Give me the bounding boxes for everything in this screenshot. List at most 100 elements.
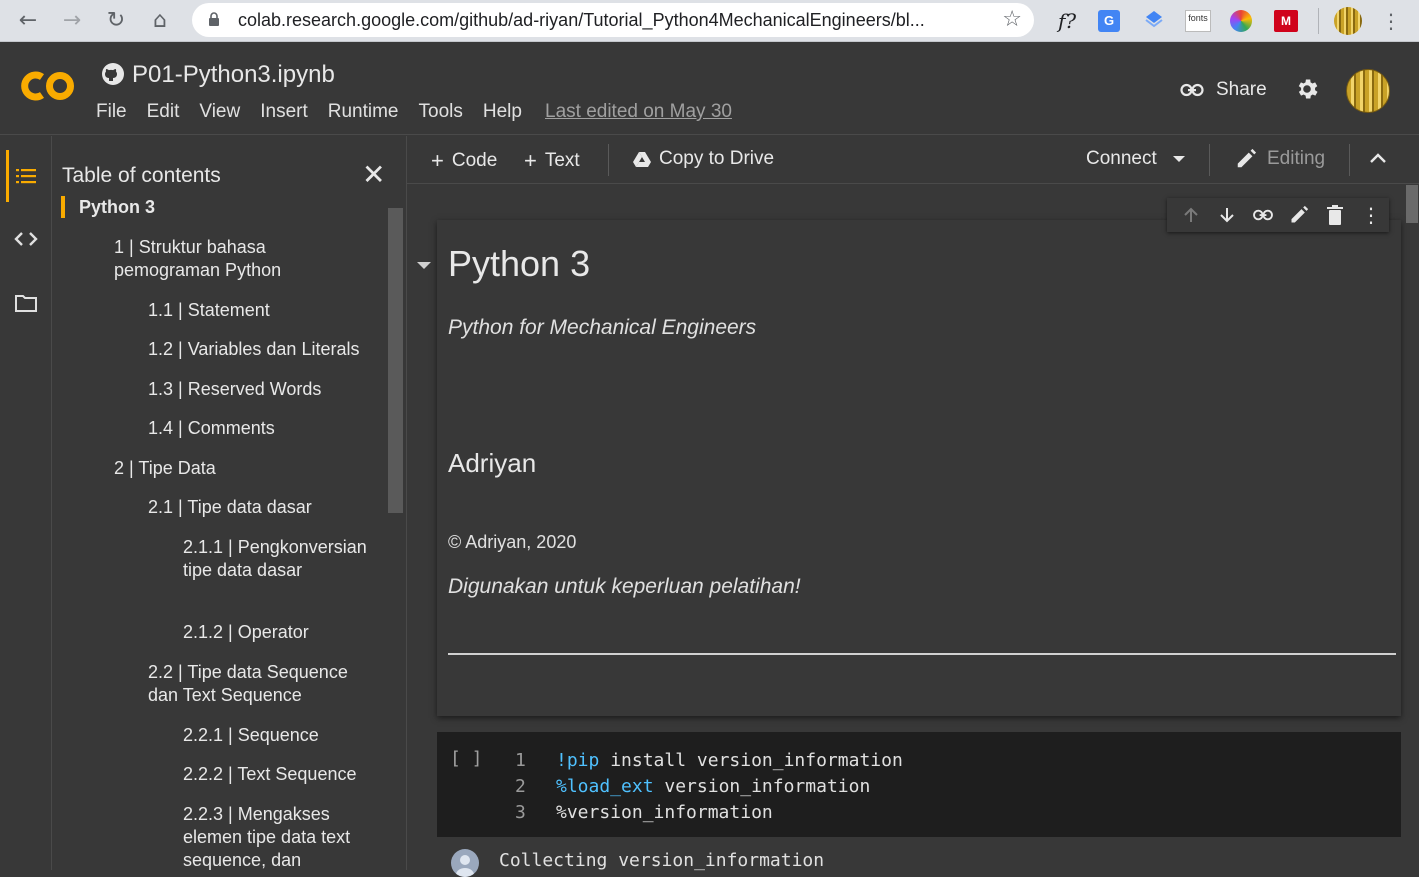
- code-magic: !pip: [556, 750, 600, 771]
- menu-tools[interactable]: Tools: [419, 101, 463, 123]
- toc-item[interactable]: 2.2.3 | Mengakses elemen tipe data text …: [183, 803, 378, 870]
- toolbar-divider: [1209, 144, 1210, 176]
- text-cell[interactable]: [437, 220, 1401, 716]
- toc-item[interactable]: 1.4 | Comments: [148, 417, 388, 440]
- colab-logo-icon[interactable]: [18, 70, 76, 102]
- color-wheel-icon[interactable]: [1230, 10, 1252, 32]
- collapse-section-icon[interactable]: [417, 262, 431, 269]
- move-up-icon[interactable]: [1173, 203, 1209, 227]
- table-of-contents-panel: Table of contents ✕ Python 3 1 | Struktu…: [52, 136, 407, 870]
- pencil-icon: [1237, 148, 1257, 168]
- forward-arrow-icon[interactable]: →: [58, 7, 86, 35]
- toc-item[interactable]: 2.2.1 | Sequence: [183, 724, 383, 747]
- toc-item[interactable]: 2.1.2 | Operator: [183, 621, 373, 644]
- run-cell-button[interactable]: [ ]: [450, 748, 483, 769]
- toc-item[interactable]: Python 3: [79, 196, 369, 219]
- toc-item[interactable]: 1.3 | Reserved Words: [148, 378, 388, 401]
- toolbar-divider: [1318, 8, 1319, 34]
- move-down-icon[interactable]: [1209, 203, 1245, 227]
- browser-menu-icon[interactable]: ⋮: [1381, 8, 1401, 34]
- account-avatar[interactable]: [1346, 69, 1390, 113]
- close-icon[interactable]: ✕: [362, 158, 385, 191]
- menu-runtime[interactable]: Runtime: [328, 101, 399, 123]
- menu-help[interactable]: Help: [483, 101, 522, 123]
- left-rail: [0, 136, 52, 870]
- toc-scrollbar[interactable]: [388, 208, 403, 513]
- add-code-button[interactable]: + Code: [431, 148, 497, 174]
- profile-avatar[interactable]: [1334, 7, 1362, 35]
- font-finder-extension-icon[interactable]: f?: [1054, 8, 1080, 34]
- add-text-label: Text: [544, 150, 580, 171]
- menu-bar: File Edit View Insert Runtime Tools Help: [96, 101, 542, 123]
- toc-item[interactable]: 2.2.2 | Text Sequence: [183, 763, 383, 786]
- cell-heading: Python 3: [448, 243, 591, 284]
- settings-gear-icon[interactable]: [1294, 76, 1320, 102]
- address-bar[interactable]: colab.research.google.com/github/ad-riya…: [192, 3, 1034, 37]
- delete-trash-icon[interactable]: [1317, 203, 1353, 227]
- link-icon[interactable]: [1245, 203, 1281, 227]
- edit-pencil-icon[interactable]: [1281, 203, 1317, 227]
- add-text-button[interactable]: + Text: [524, 148, 580, 174]
- app-header: P01-Python3.ipynb File Edit View Insert …: [0, 43, 1419, 135]
- cell-subtitle: Python for Mechanical Engineers: [448, 316, 757, 339]
- github-icon: [102, 63, 124, 85]
- copy-to-drive-label: Copy to Drive: [659, 148, 775, 169]
- more-options-icon[interactable]: ⋮: [1353, 203, 1389, 227]
- menu-edit[interactable]: Edit: [147, 101, 180, 123]
- menu-insert[interactable]: Insert: [260, 101, 308, 123]
- lock-icon[interactable]: [208, 12, 220, 26]
- toc-title: Table of contents: [62, 164, 221, 187]
- toc-item[interactable]: 2.1 | Tipe data dasar: [148, 496, 388, 519]
- code-text: %version_information: [556, 802, 773, 823]
- url-text[interactable]: colab.research.google.com/github/ad-riya…: [238, 10, 978, 31]
- menu-file[interactable]: File: [96, 101, 127, 123]
- toc-item[interactable]: 2 | Tipe Data: [114, 457, 354, 480]
- folder-icon[interactable]: [14, 291, 38, 315]
- plus-icon: +: [524, 148, 537, 173]
- cell-output-text: Collecting version_information: [499, 850, 825, 871]
- extension-diamond-icon[interactable]: [1143, 8, 1165, 34]
- share-label: Share: [1216, 79, 1267, 100]
- horizontal-rule: [448, 653, 1396, 655]
- code-line[interactable]: %version_information: [556, 802, 773, 823]
- editing-label: Editing: [1267, 148, 1326, 169]
- toc-selected-indicator: [61, 196, 65, 218]
- editing-mode-button[interactable]: Editing: [1235, 148, 1325, 170]
- line-number: 1: [515, 750, 526, 771]
- connect-label: Connect: [1086, 148, 1157, 169]
- rail-active-indicator: [6, 150, 9, 202]
- reload-icon[interactable]: ↻: [102, 7, 130, 35]
- toc-item[interactable]: 1.2 | Variables dan Literals: [148, 338, 388, 361]
- chevron-down-icon: [1172, 156, 1185, 162]
- connect-button[interactable]: Connect: [1086, 148, 1185, 170]
- fonts-extension-icon[interactable]: fonts: [1185, 10, 1211, 32]
- bookmark-star-icon[interactable]: ☆: [1002, 7, 1022, 32]
- link-icon: [1180, 83, 1204, 97]
- cell-toolbar: ⋮: [1167, 198, 1389, 232]
- google-translate-icon[interactable]: G: [1098, 10, 1120, 32]
- mendeley-icon[interactable]: M: [1274, 10, 1298, 32]
- toc-item[interactable]: 2.2 | Tipe data Sequence dan Text Sequen…: [148, 661, 373, 707]
- code-line[interactable]: !pip install version_information: [556, 750, 903, 771]
- toc-item[interactable]: 2.1.1 | Pengkonversian tipe data dasar: [183, 536, 373, 582]
- table-of-contents-icon[interactable]: [14, 164, 38, 188]
- browser-toolbar: ← → ↻ ⌂ colab.research.google.com/github…: [0, 0, 1419, 42]
- chevron-up-icon[interactable]: [1369, 152, 1387, 164]
- code-line[interactable]: %load_ext version_information: [556, 776, 870, 797]
- cell-usage-note: Digunakan untuk keperluan pelatihan!: [448, 575, 801, 598]
- line-number: 3: [515, 802, 526, 823]
- code-snippets-icon[interactable]: [14, 227, 38, 251]
- copy-to-drive-button[interactable]: Copy to Drive: [633, 148, 774, 170]
- home-icon[interactable]: ⌂: [146, 7, 174, 35]
- back-arrow-icon[interactable]: ←: [14, 7, 42, 35]
- toc-item[interactable]: 1.1 | Statement: [148, 299, 388, 322]
- cell-author: Adriyan: [448, 448, 537, 478]
- notebook-title[interactable]: P01-Python3.ipynb: [132, 61, 335, 89]
- menu-view[interactable]: View: [199, 101, 240, 123]
- notebook-scrollbar[interactable]: [1406, 185, 1418, 223]
- share-button[interactable]: Share: [1180, 79, 1267, 101]
- last-edited-link[interactable]: Last edited on May 30: [545, 101, 732, 123]
- cell-copyright: © Adriyan, 2020: [448, 532, 577, 552]
- line-number: 2: [515, 776, 526, 797]
- toc-item[interactable]: 1 | Struktur bahasa pemograman Python: [114, 236, 324, 282]
